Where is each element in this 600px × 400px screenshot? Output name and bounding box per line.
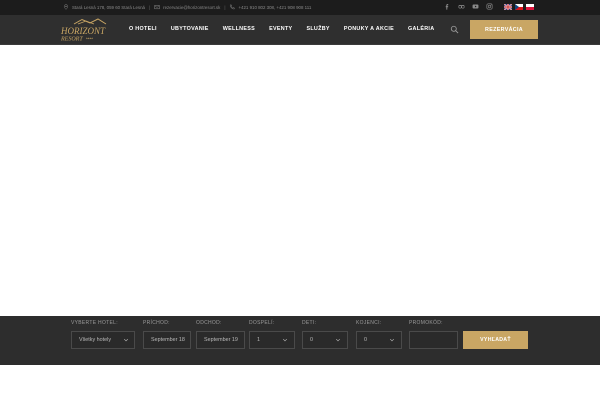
children-select-value: 0 — [310, 337, 313, 343]
infants-select-value: 0 — [364, 337, 367, 343]
hero-area — [0, 45, 600, 316]
search-icon[interactable] — [450, 25, 459, 34]
children-field: DETI: 0 — [302, 320, 348, 349]
location-pin-icon — [63, 4, 69, 10]
flag-cz-icon[interactable] — [515, 4, 523, 10]
main-navigation: O HOTELI UBYTOVANIE WELLNESS EVENTY SLUŽ… — [129, 26, 434, 32]
mail-icon — [154, 5, 160, 10]
email-link[interactable]: rezervacie@horizontresort.sk — [163, 5, 220, 10]
children-select[interactable]: 0 — [302, 331, 348, 349]
logo-stars: **** — [86, 37, 93, 42]
chevron-down-icon — [335, 338, 341, 342]
adults-select[interactable]: 1 — [249, 331, 295, 349]
search-availability-button[interactable]: VYHĽADAŤ — [463, 331, 528, 349]
horizont-resort-logo[interactable]: HORIZONT RESORT **** — [60, 18, 120, 42]
social-links — [444, 3, 493, 10]
top-bar: Stará Lesná 178, 059 60 Stará Lesná | re… — [0, 0, 600, 15]
tripadvisor-icon[interactable] — [458, 3, 465, 10]
flag-pl-icon[interactable] — [526, 4, 534, 10]
language-switcher — [504, 4, 534, 10]
chevron-down-icon — [389, 338, 395, 342]
infants-field: KOJENCI: 0 — [356, 320, 402, 349]
arrival-field: PRÍCHOD: September 18 — [143, 320, 191, 349]
arrival-date-value: September 18 — [151, 337, 185, 343]
nav-item-ponuky-a-akcie[interactable]: PONUKY A AKCIE — [344, 26, 394, 32]
arrival-label: PRÍCHOD: — [143, 320, 170, 326]
nav-item-eventy[interactable]: EVENTY — [269, 26, 292, 32]
departure-date-value: September 19 — [204, 337, 238, 343]
infants-label: KOJENCI: — [356, 320, 382, 326]
nav-item-sluzby[interactable]: SLUŽBY — [306, 26, 329, 32]
hotel-field: VYBERTE HOTEL: Všetky hotely — [71, 320, 135, 349]
divider: | — [149, 4, 151, 10]
hotel-select-value: Všetky hotely — [79, 337, 112, 343]
main-header: HORIZONT RESORT **** O HOTELI UBYTOVANIE… — [0, 15, 600, 45]
hotel-select[interactable]: Všetky hotely — [71, 331, 135, 349]
address-text: Stará Lesná 178, 059 60 Stará Lesná — [72, 4, 145, 10]
chevron-down-icon — [123, 338, 129, 342]
arrival-date-input[interactable]: September 18 — [143, 331, 191, 349]
nav-item-ubytovanie[interactable]: UBYTOVANIE — [171, 26, 209, 32]
hotel-label: VYBERTE HOTEL: — [71, 320, 118, 326]
promo-code-input[interactable] — [409, 331, 458, 349]
infants-select[interactable]: 0 — [356, 331, 402, 349]
nav-item-o-hoteli[interactable]: O HOTELI — [129, 26, 157, 32]
promo-field: PROMOKÓD: — [409, 320, 458, 349]
logo-wordmark: HORIZONT — [60, 26, 106, 36]
divider: | — [224, 4, 226, 10]
youtube-icon[interactable] — [472, 3, 479, 10]
instagram-icon[interactable] — [486, 3, 493, 10]
adults-label: DOSPELÍ: — [249, 320, 275, 326]
facebook-icon[interactable] — [444, 3, 451, 10]
phone-link[interactable]: +421 910 802 308, +421 908 908 111 — [238, 5, 311, 10]
flag-en-icon[interactable] — [504, 4, 512, 10]
logo-resort: RESORT — [60, 37, 83, 43]
promo-label: PROMOKÓD: — [409, 320, 443, 326]
departure-field: ODCHOD: September 19 — [196, 320, 245, 349]
children-label: DETI: — [302, 320, 317, 326]
nav-item-wellness[interactable]: WELLNESS — [223, 26, 255, 32]
adults-field: DOSPELÍ: 1 — [249, 320, 295, 349]
phone-icon — [230, 4, 235, 10]
reservation-button[interactable]: REZERVÁCIA — [470, 20, 538, 39]
contact-info: Stará Lesná 178, 059 60 Stará Lesná | re… — [63, 4, 311, 10]
adults-select-value: 1 — [257, 337, 260, 343]
chevron-down-icon — [282, 338, 288, 342]
departure-label: ODCHOD: — [196, 320, 222, 326]
departure-date-input[interactable]: September 19 — [196, 331, 245, 349]
nav-item-galeria[interactable]: GALÉRIA — [408, 26, 434, 32]
